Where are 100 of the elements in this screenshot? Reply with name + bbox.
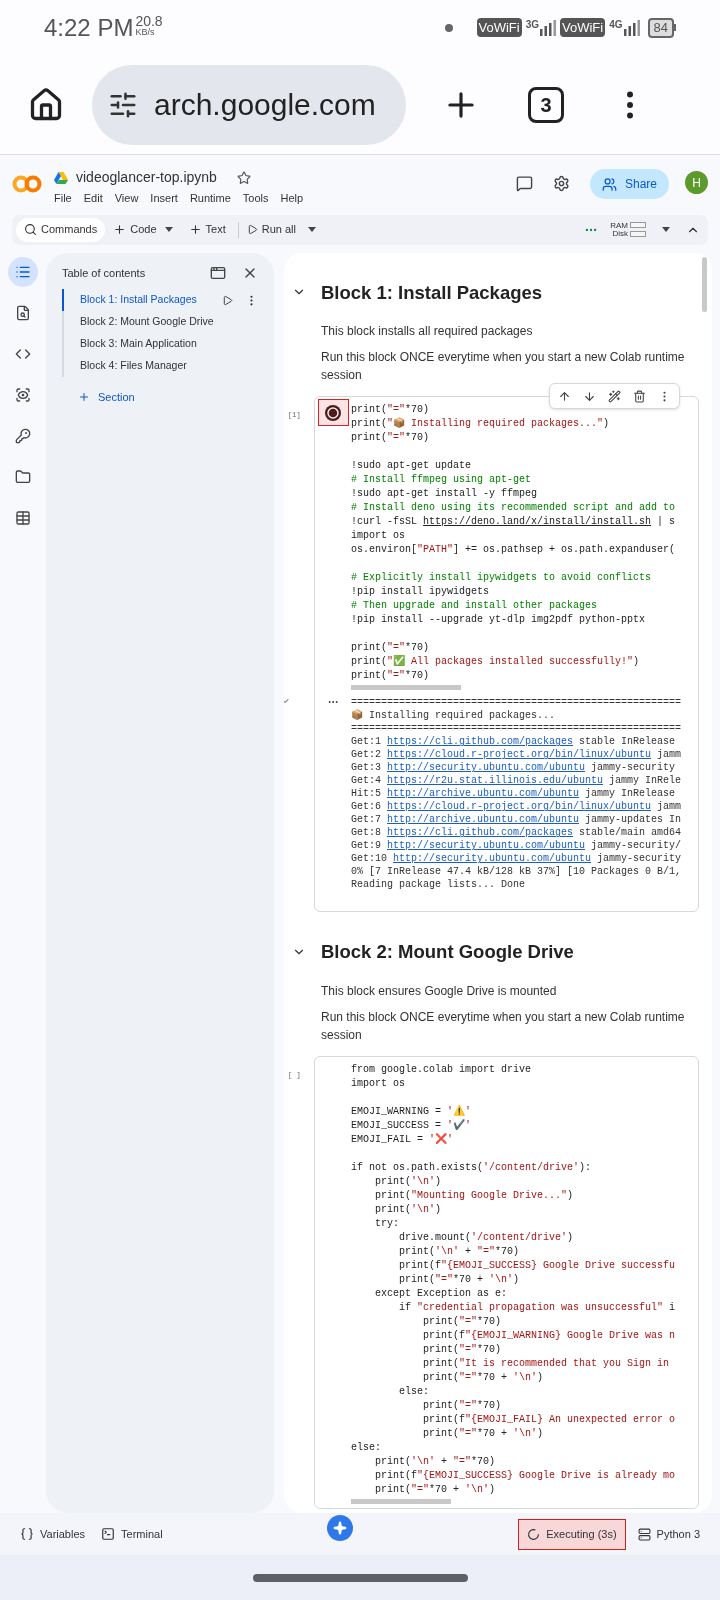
- delete-icon[interactable]: [633, 389, 646, 403]
- code-line: !sudo apt-get update: [351, 459, 473, 474]
- toc-item[interactable]: Block 4: Files Manager: [64, 355, 258, 377]
- toc-item[interactable]: Block 3: Main Application: [64, 333, 258, 355]
- output-line: Get:10 http://security.ubuntu.com/ubuntu jammy-security: [351, 852, 683, 866]
- run-section-icon[interactable]: [222, 294, 233, 306]
- code-line: !pip install ipywidgets: [351, 585, 491, 600]
- code-line: print("="*70): [351, 431, 431, 446]
- resource-monitor[interactable]: RAM Disk: [610, 221, 646, 238]
- menu-item[interactable]: Edit: [83, 190, 103, 207]
- code-line: print("📦 Installing required packages..."): [351, 417, 611, 432]
- add-code-button[interactable]: Code: [105, 221, 165, 238]
- horizontal-scrollbar[interactable]: [351, 685, 461, 691]
- menu-item[interactable]: Runtime: [189, 190, 231, 207]
- runtime-button[interactable]: Python 3: [637, 1525, 700, 1543]
- horizontal-scrollbar[interactable]: [351, 1499, 451, 1504]
- code-line: print("="*70 + '\n'): [422, 1371, 545, 1385]
- section-text: This block ensures Google Drive is mounted: [321, 983, 558, 1000]
- open-in-tab-icon[interactable]: [210, 264, 226, 281]
- comment-icon[interactable]: [515, 175, 533, 192]
- code-line: import os: [351, 1077, 406, 1091]
- output-line: =======================================================: [351, 722, 683, 736]
- add-section-button[interactable]: Section: [78, 389, 135, 406]
- address-bar[interactable]: arch.google.com: [92, 64, 406, 145]
- toc-item[interactable]: Block 1: Install Packages: [62, 289, 258, 311]
- output-line: =======================================================: [351, 696, 683, 709]
- run-all-button[interactable]: Run all: [242, 221, 300, 238]
- vertical-scrollbar[interactable]: [702, 256, 707, 312]
- menu-item[interactable]: Tools: [242, 190, 269, 207]
- add-text-button[interactable]: Text: [180, 221, 234, 238]
- commands-button[interactable]: Commands: [16, 217, 106, 242]
- code-line: import os: [351, 529, 406, 544]
- code-line: print(f"{EMOJI_SUCCESS} Google Drive is already mo: [374, 1469, 677, 1483]
- signal-icon: [540, 19, 556, 36]
- code-line: except Exception as e:: [374, 1287, 509, 1301]
- menu-item[interactable]: View: [114, 190, 139, 207]
- people-icon: [601, 176, 617, 192]
- plus-icon: [113, 223, 127, 236]
- code-line: from google.colab import drive: [351, 1063, 533, 1077]
- battery-level: 84: [653, 21, 668, 34]
- execution-status[interactable]: Executing (3s): [518, 1518, 626, 1550]
- menu-item[interactable]: Insert: [150, 190, 178, 207]
- signal-icon: [623, 19, 640, 36]
- code-line: print("="*70): [422, 1315, 503, 1329]
- code-line: EMOJI_FAIL = '❌': [351, 1133, 455, 1147]
- output-line: Hit:5 http://archive.ubuntu.com/ubuntu jammy InRelease: [351, 787, 677, 801]
- output-line: Get:3 http://security.ubuntu.com/ubuntu jammy-security: [351, 761, 677, 775]
- braces-icon: [20, 1527, 34, 1541]
- output-line: Get:2 https://cloud.r-project.org/bin/linux/ubuntu jamm: [351, 748, 683, 762]
- code-line: print("="*70): [351, 641, 431, 655]
- code-line: # Install deno using its recommended script and add to: [351, 501, 677, 516]
- output-line: Get:6 https://cloud.r-project.org/bin/linux/ubuntu jamm: [351, 800, 683, 814]
- plus-icon: [78, 391, 90, 404]
- star-icon[interactable]: [236, 170, 251, 185]
- output-line: Get:7 http://archive.ubuntu.com/ubuntu jammy-updates In: [351, 813, 683, 827]
- code-line: print("Mounting Google Drive..."): [374, 1189, 575, 1203]
- sparkle-icon: [333, 1521, 348, 1535]
- disk-label: Disk: [612, 229, 628, 238]
- notebook-title[interactable]: videoglancer-top.ipynb: [76, 167, 217, 188]
- table-of-contents-icon[interactable]: [8, 256, 38, 287]
- code-line: EMOJI_WARNING = '⚠': [351, 1105, 473, 1119]
- clock: 4:22 PM: [44, 12, 134, 43]
- url-text: arch.google.com: [154, 87, 376, 123]
- menu-item[interactable]: Help: [280, 190, 304, 207]
- code-line: !pip install --upgrade yt-dlp img2pdf python-pptx: [351, 613, 647, 628]
- code-line: try:: [374, 1217, 400, 1231]
- caret-icon[interactable]: [164, 227, 173, 232]
- code-line: else:: [351, 1441, 382, 1455]
- share-button[interactable]: Share: [589, 169, 669, 199]
- menu-item[interactable]: File: [54, 190, 72, 207]
- tab-switcher-button[interactable]: 3: [528, 86, 564, 123]
- caret-icon[interactable]: [308, 227, 316, 232]
- variables-button[interactable]: Variables: [20, 1525, 86, 1543]
- toc-item[interactable]: Block 2: Mount Google Drive: [64, 311, 258, 333]
- move-up-icon[interactable]: [558, 389, 571, 403]
- stop-icon: [324, 403, 342, 422]
- output-line: Get:9 http://security.ubuntu.com/ubuntu jammy-security/: [351, 839, 683, 853]
- home-indicator[interactable]: [252, 1573, 468, 1582]
- settings-icon[interactable]: [552, 175, 570, 192]
- home-button[interactable]: [28, 86, 64, 123]
- code-line: print('\n' + "="*70): [398, 1245, 521, 1259]
- stop-button[interactable]: [317, 399, 349, 427]
- caret-icon[interactable]: [662, 227, 670, 232]
- output-line: Get:4 https://r2u.stat.illinois.edu/ubuntu jammy InRele: [351, 774, 683, 788]
- plus-icon: [188, 223, 202, 236]
- code-line: print("="*70): [422, 1343, 503, 1357]
- section-text: This block installs all required packages: [321, 323, 534, 341]
- network-label: 4G: [609, 19, 623, 30]
- wand-icon[interactable]: [608, 389, 621, 403]
- move-down-icon[interactable]: [583, 389, 596, 403]
- gemini-button[interactable]: [327, 1515, 354, 1541]
- code-line: !sudo apt-get install -y ffmpeg: [351, 487, 539, 502]
- wifi-calling-badge: VoWiFi: [476, 17, 522, 38]
- terminal-button[interactable]: Terminal: [101, 1525, 163, 1543]
- panel-title: Table of contents: [62, 265, 146, 281]
- code-line: # Explicitly install ipywidgets to avoid conflicts: [351, 571, 653, 586]
- section-text: Run this block ONCE everytime when you start a new Colab runtime session: [321, 1009, 686, 1044]
- output-line: 📦 Installing required packages...: [351, 709, 557, 723]
- code-line: print("✅ All packages installed successfully!"): [351, 655, 641, 670]
- code-line: else:: [398, 1385, 430, 1399]
